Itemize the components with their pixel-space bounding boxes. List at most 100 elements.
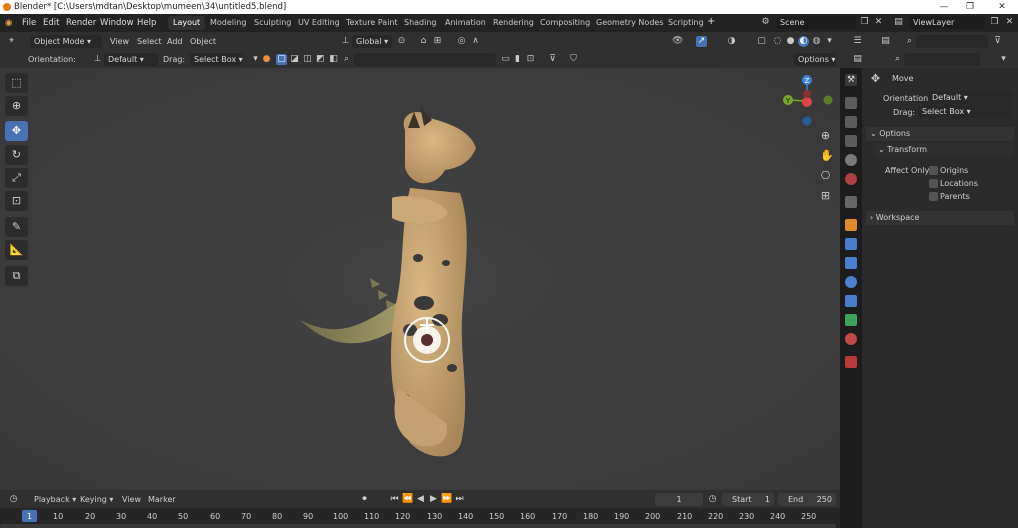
outliner-filter-icon[interactable]: ⊽ [992,36,1003,47]
timeline-menu-marker[interactable]: Marker [148,495,176,504]
search-icon[interactable]: ⌕ [341,54,352,65]
pivot-point-icon[interactable]: ⊙ [396,36,407,47]
maximize-button[interactable]: ❐ [964,1,976,13]
tab-geometry-nodes[interactable]: Geometry Nodes [591,16,668,30]
tab-modeling[interactable]: Modeling [205,16,251,30]
properties-search-icon[interactable]: ⌕ [892,54,903,65]
cursor-tool-icon[interactable]: ⊕ [5,96,28,116]
tab-compositing[interactable]: Compositing [535,16,595,30]
viewport-menu-select[interactable]: Select [137,37,162,46]
editor-type-icon[interactable]: ⌖ [6,36,17,47]
orientation-axes-icon[interactable]: ⊥ [340,36,351,47]
options-section-header[interactable]: ⌄ Options [866,127,1014,141]
blender-menu-icon[interactable]: ◉ [5,18,12,28]
physics-tab-icon[interactable] [845,276,857,288]
tool-tab-icon[interactable]: ⚒ [845,74,857,86]
play-icon[interactable]: ▶ [428,494,439,505]
workspace-section-header[interactable]: › Workspace [866,211,1014,225]
tab-rendering[interactable]: Rendering [488,16,539,30]
constraints-tab-icon[interactable] [845,295,857,307]
current-frame-field[interactable]: 1 [655,493,703,506]
solid-shading-icon[interactable]: ● [785,36,796,47]
timeline-editor-type-icon[interactable]: ◷ [8,494,19,505]
view-layer-field[interactable]: ViewLayer [909,16,985,29]
outliner-search-icon[interactable]: ⌕ [904,36,915,47]
wireframe-shading-icon[interactable]: ◌ [772,36,783,47]
properties-display-icon[interactable]: ▤ [852,54,863,65]
timeline-menu-view[interactable]: View [122,495,141,504]
jump-start-icon[interactable]: ⏮ [389,494,400,505]
zoom-icon[interactable]: ⊕ [820,130,831,141]
modifier-tab-icon[interactable] [845,238,857,250]
measure-tool-icon[interactable]: 📐 [5,240,28,260]
gizmo-neg-z-axis[interactable] [802,116,812,126]
tab-scripting[interactable]: Scripting [663,16,709,30]
proportional-edit-icon[interactable]: ◎ [456,36,467,47]
new-view-layer-icon[interactable]: ❐ [989,17,1000,28]
tab-texture-paint[interactable]: Texture Paint [341,16,403,30]
jump-end-icon[interactable]: ⏭ [454,494,465,505]
new-scene-icon[interactable]: ❐ [859,17,870,28]
filter-icon[interactable]: ⊽ [547,54,558,65]
data-tab-icon[interactable] [845,314,857,326]
parents-checkbox[interactable] [929,192,938,201]
tab-shading[interactable]: Shading [399,16,442,30]
add-workspace-button[interactable]: + [707,16,715,27]
camera-view-icon[interactable]: ⎔ [820,170,831,181]
timeline-menu-keying[interactable]: Keying ▾ [80,495,113,504]
transform-section-header[interactable]: ⌄ Transform [874,143,1014,157]
drag-dropdown[interactable]: Select Box ▾ [190,53,243,66]
annotate-tool-icon[interactable]: ✎ [5,217,28,237]
record-icon[interactable]: ⏺ [359,494,370,505]
close-button[interactable]: ✕ [996,1,1008,13]
menu-window[interactable]: Window [100,18,134,28]
menu-edit[interactable]: Edit [43,18,59,28]
select-extend-icon[interactable]: ◪ [289,54,300,65]
end-frame-field[interactable]: End 250 [778,493,836,506]
viewport-menu-add[interactable]: Add [167,37,183,46]
outliner-display-icon[interactable]: ▤ [880,36,891,47]
gizmo-neg-y-axis[interactable] [823,95,833,105]
properties-options-icon[interactable]: ▾ [998,54,1009,65]
transform-tool-icon[interactable]: ⊡ [5,191,28,211]
gizmo-x-axis[interactable] [802,97,812,107]
orientation-dropdown[interactable]: Default ▾ [104,53,158,66]
prev-keyframe-icon[interactable]: ⏪ [402,494,413,505]
add-cube-tool-icon[interactable]: ⧉ [5,266,28,286]
xray-icon[interactable]: ▢ [756,36,767,47]
clear-search-icon[interactable]: ▭ [500,54,511,65]
rendered-shading-icon[interactable]: ◍ [811,36,822,47]
render-tab-icon[interactable] [845,97,857,109]
object-tab-icon[interactable] [845,219,857,231]
filter-dropdown-icon[interactable]: ▾ [250,54,261,65]
overlay-icon[interactable]: ◑ [726,36,737,47]
world-tab-icon[interactable] [845,173,857,185]
viewport-menu-object[interactable]: Object [190,37,216,46]
shield-icon[interactable]: ⛉ [568,54,579,65]
layout-icon[interactable]: ⊡ [525,54,536,65]
scene-icon[interactable]: ⚙ [760,17,771,28]
view-layer-tab-icon[interactable] [845,135,857,147]
menu-file[interactable]: File [22,18,36,28]
origins-checkbox[interactable] [929,166,938,175]
bookmark-icon[interactable]: ▮ [512,54,523,65]
options-dropdown[interactable]: Options ▾ [794,53,836,66]
visibility-icon[interactable]: 👁 [672,36,683,47]
remove-scene-icon[interactable]: ✕ [873,17,884,28]
properties-editor-type-icon[interactable]: ☰ [852,36,863,47]
material-tab-icon[interactable] [845,333,857,345]
select-intersect-icon[interactable]: ◧ [328,54,339,65]
gizmo-toggle-icon[interactable]: ↗ [696,36,707,47]
texture-tab-icon[interactable] [845,356,857,368]
tab-uv-editing[interactable]: UV Editing [293,16,345,30]
axis-gizmo[interactable]: Z Y [778,70,838,130]
pan-hand-icon[interactable]: ✋ [820,150,834,161]
output-tab-icon[interactable] [845,116,857,128]
rotate-tool-icon[interactable]: ↻ [5,145,28,165]
outliner-search-input[interactable] [916,35,988,48]
select-set-icon[interactable]: ▢ [276,54,287,65]
gizmo-neg-x-axis[interactable] [803,90,811,98]
start-frame-field[interactable]: Start 1 [722,493,774,506]
remove-view-layer-icon[interactable]: ✕ [1004,17,1015,28]
menu-render[interactable]: Render [66,18,96,28]
